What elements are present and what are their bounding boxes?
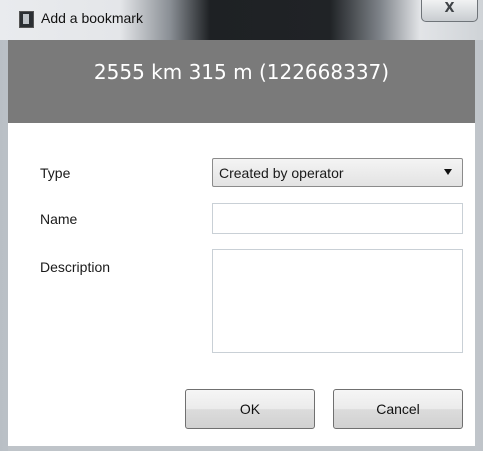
dialog-window: Add a bookmark X 2555 km 315 m (12266833… <box>0 0 483 451</box>
close-icon: X <box>444 1 455 16</box>
type-label: Type <box>40 165 71 181</box>
window-frame-bottom <box>8 446 475 451</box>
description-field[interactable] <box>212 249 463 353</box>
window-title: Add a bookmark <box>41 10 143 26</box>
title-bar[interactable]: Add a bookmark X <box>0 0 483 40</box>
cancel-button[interactable]: Cancel <box>333 389 463 429</box>
type-select-value: Created by operator <box>219 165 344 181</box>
name-label: Name <box>40 211 78 227</box>
position-text: 2555 km 315 m (122668337) <box>93 60 390 84</box>
name-field[interactable] <box>212 203 463 234</box>
chevron-down-icon <box>444 169 452 175</box>
close-button[interactable]: X <box>421 0 478 22</box>
ok-button[interactable]: OK <box>185 389 315 429</box>
position-header: 2555 km 315 m (122668337) <box>8 40 475 123</box>
type-select[interactable]: Created by operator <box>212 158 463 187</box>
description-label: Description <box>40 259 111 275</box>
bookmark-icon <box>19 11 34 28</box>
